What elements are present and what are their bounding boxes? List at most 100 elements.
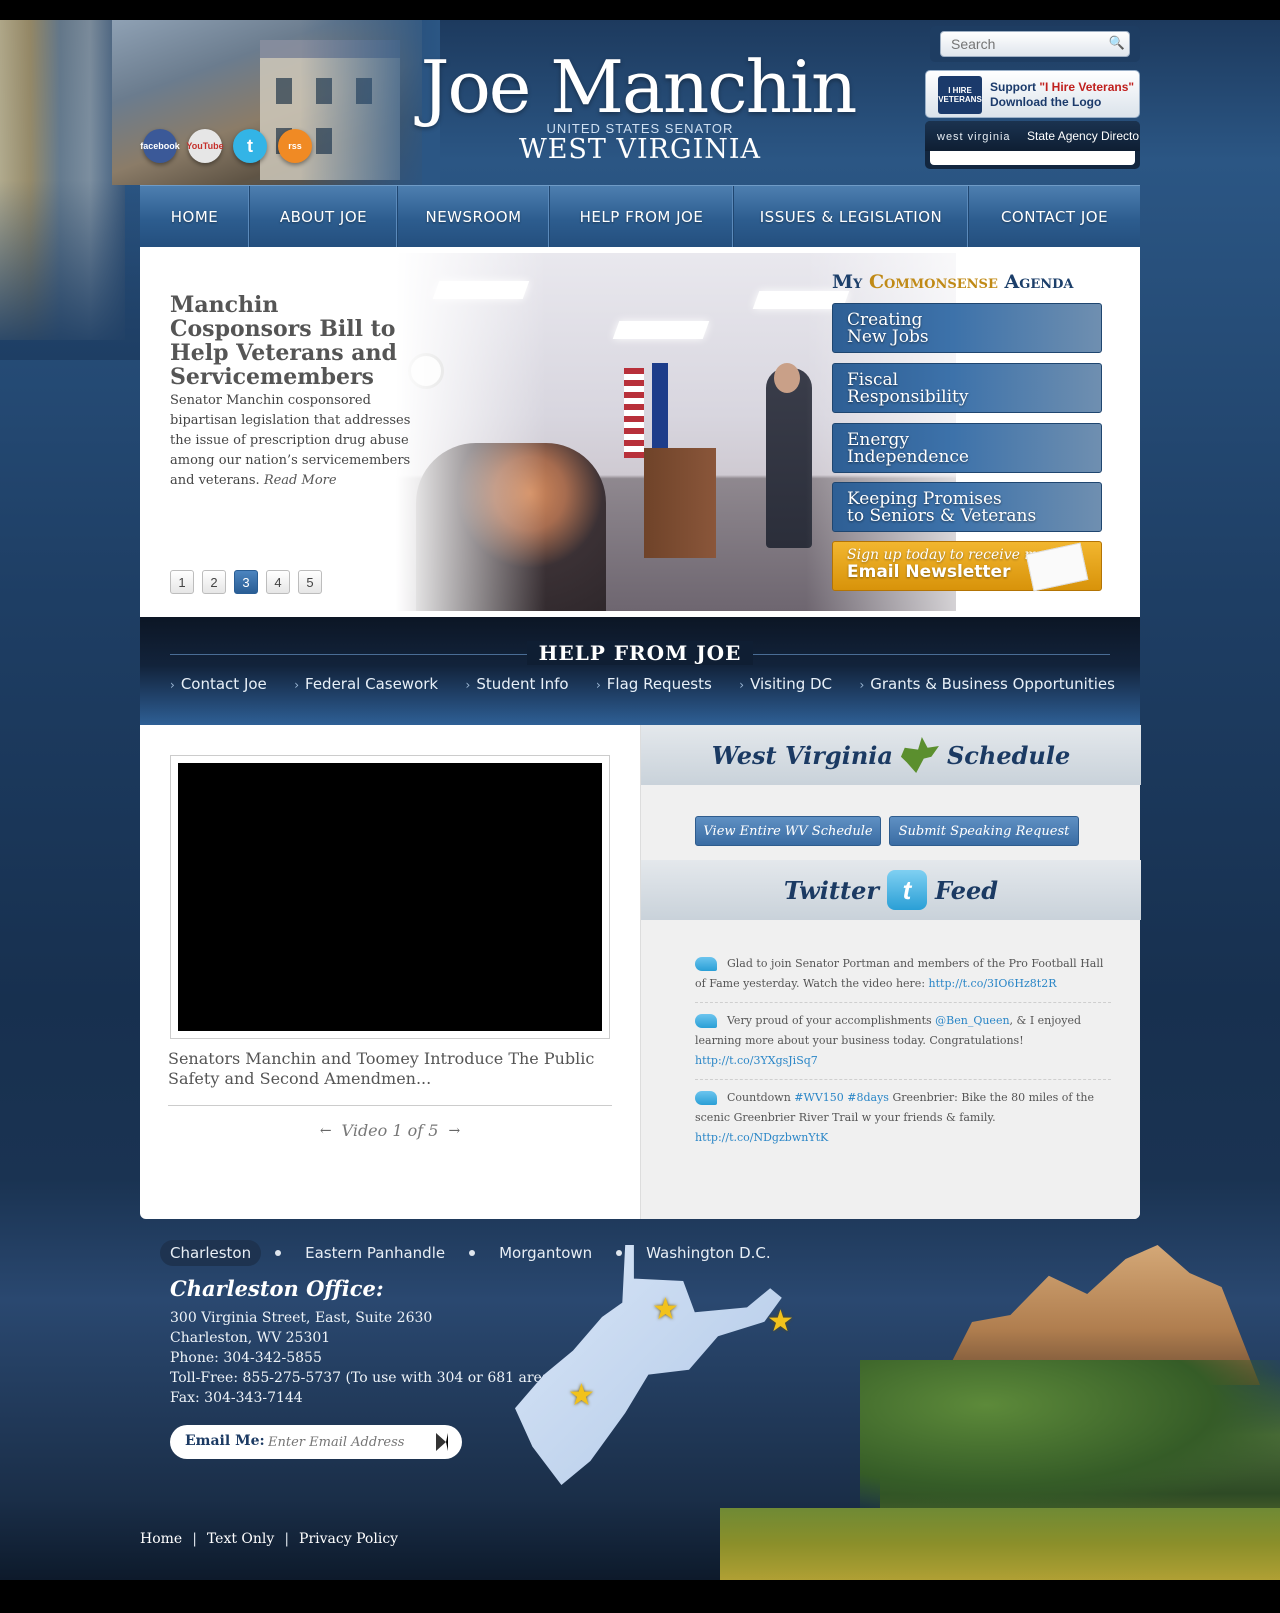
footer-link-home[interactable]: Home (140, 1531, 182, 1547)
location-tab-washington-dc[interactable]: Washington D.C. (636, 1240, 780, 1266)
rss-icon[interactable]: rss (278, 129, 312, 163)
read-more-link[interactable]: Read More (264, 473, 337, 488)
agenda-energy-independence[interactable]: Energy Independence (832, 423, 1102, 473)
hero-inner: Manchin Cosponsors Bill to Help Veterans… (146, 253, 1134, 611)
help-link-contact-joe[interactable]: Contact Joe (170, 675, 267, 693)
help-link-student-info[interactable]: Student Info (466, 675, 568, 693)
wv-office-map[interactable] (515, 1245, 782, 1485)
pager-button-4[interactable]: 4 (266, 570, 290, 594)
email-newsletter-signup[interactable]: Sign up today to receive my Email Newsle… (832, 541, 1102, 592)
video-player[interactable] (178, 763, 602, 1031)
office-toll-free: Toll-Free: 855-275-5737 (To use with 304… (170, 1370, 594, 1386)
tweet-link[interactable]: http://t.co/3YXgsJiSq7 (695, 1054, 818, 1067)
view-schedule-button[interactable]: View Entire WV Schedule (695, 816, 881, 846)
location-tab-morgantown[interactable]: Morgantown (489, 1240, 602, 1266)
twitter-header: Twitter t Feed (641, 860, 1141, 920)
next-video-arrow-icon[interactable]: → (448, 1123, 460, 1139)
office-phone: Phone: 304-342-5855 (170, 1350, 322, 1366)
page: facebook YouTube t rss Joe Manchin UNITE… (0, 0, 1280, 1613)
help-link-flag-requests[interactable]: Flag Requests (596, 675, 712, 693)
tweet-mention[interactable]: @Ben_Queen (935, 1014, 1009, 1027)
ceiling-light (612, 321, 710, 339)
wv-brand-logo: west virginia (937, 131, 1011, 143)
nav-about-joe[interactable]: ABOUT JOE (250, 186, 398, 248)
help-link-visiting-dc[interactable]: Visiting DC (739, 675, 832, 693)
twitter-bird-icon (695, 1091, 717, 1105)
twitter-icon: t (887, 870, 928, 910)
tweet-link[interactable]: http://t.co/3IO6Hz8t2R (929, 977, 1057, 990)
veterans-promo-line1: Support "I Hire Veterans" (990, 80, 1134, 94)
pager-button-2[interactable]: 2 (202, 570, 226, 594)
nav-issues-legislation[interactable]: ISSUES & LEGISLATION (734, 186, 969, 248)
wv-state-icon (900, 737, 939, 773)
agenda-tile-line2: Responsibility (847, 387, 969, 407)
tweet-text: Countdown (727, 1091, 795, 1104)
tweet: Glad to join Senator Portman and members… (695, 950, 1111, 1003)
veterans-promo[interactable]: I HIRE VETERANS Support "I Hire Veterans… (925, 70, 1140, 118)
agenda-tile-line2: to Seniors & Veterans (847, 506, 1037, 526)
location-tab-charleston[interactable]: Charleston (160, 1240, 262, 1266)
tweet-link[interactable]: http://t.co/NDgzbwnYtK (695, 1131, 828, 1144)
footer-link-text-only[interactable]: Text Only (207, 1531, 274, 1547)
help-link-grants[interactable]: Grants & Business Opportunities (859, 675, 1115, 693)
nav-newsroom[interactable]: NEWSROOM (398, 186, 550, 248)
facebook-icon[interactable]: facebook (140, 129, 180, 163)
office-address-line: Charleston, WV 25301 (170, 1330, 331, 1346)
help-from-joe-band: HELP FROM JOE Contact Joe Federal Casewo… (140, 617, 1140, 725)
footer-separator: | (284, 1531, 290, 1547)
veterans-quote-text: "I Hire Veterans" (1039, 80, 1135, 94)
prev-video-arrow-icon[interactable]: ← (320, 1123, 332, 1139)
nav-contact-joe[interactable]: CONTACT JOE (969, 186, 1140, 248)
agenda-title-part: Agenda (997, 271, 1074, 293)
video-nav: ← Video 1 of 5 → (168, 1121, 612, 1140)
twitter-title-part: Twitter (783, 875, 880, 905)
agenda-creating-jobs[interactable]: Creating New Jobs (832, 303, 1102, 353)
pager-button-1[interactable]: 1 (170, 570, 194, 594)
email-submit-arrow-icon[interactable] (436, 1433, 448, 1451)
pager-button-5[interactable]: 5 (298, 570, 322, 594)
help-link-federal-casework[interactable]: Federal Casework (294, 675, 438, 693)
location-tab-eastern-panhandle[interactable]: Eastern Panhandle (295, 1240, 455, 1266)
hero-headline[interactable]: Manchin Cosponsors Bill to Help Veterans… (170, 293, 410, 389)
email-label: Email Me: (185, 1433, 265, 1449)
agency-directory[interactable]: west virginia State Agency Directo (925, 121, 1140, 169)
office-title: Charleston Office: (170, 1276, 384, 1301)
email-signup-box: Email Me: (170, 1425, 462, 1459)
veterans-promo-line2: Download the Logo (990, 95, 1102, 109)
nav-home[interactable]: HOME (140, 186, 250, 248)
twitter-feed: Glad to join Senator Portman and members… (695, 950, 1111, 1160)
tweet: Very proud of your accomplishments @Ben_… (695, 1007, 1111, 1080)
agenda-keeping-promises[interactable]: Keeping Promises to Seniors & Veterans (832, 482, 1102, 532)
top-bar (0, 0, 1280, 20)
email-input[interactable] (268, 1430, 428, 1454)
schedule-title-part: Schedule (946, 740, 1071, 770)
header-street-fade (0, 180, 140, 360)
site-title[interactable]: Joe Manchin (408, 48, 868, 126)
agency-directory-select[interactable] (930, 151, 1135, 165)
twitter-icon[interactable]: t (233, 129, 267, 163)
office-star-icon[interactable]: ★ (652, 1295, 679, 1325)
wv-flag (652, 363, 668, 453)
video-title[interactable]: Senators Manchin and Toomey Introduce Th… (168, 1049, 608, 1089)
agenda-fiscal-responsibility[interactable]: Fiscal Responsibility (832, 363, 1102, 413)
nav-help-from-joe[interactable]: HELP FROM JOE (550, 186, 734, 248)
search-input[interactable] (940, 31, 1130, 57)
office-address-line: 300 Virginia Street, East, Suite 2630 (170, 1310, 433, 1326)
right-column: West Virginia Schedule View Entire WV Sc… (640, 725, 1141, 1219)
pager-button-3[interactable]: 3 (234, 570, 258, 594)
search-icon[interactable]: 🔍 (1108, 34, 1126, 52)
bottom-bar (0, 1580, 1280, 1613)
tweet-hashtag[interactable]: #WV150 (794, 1091, 843, 1104)
hire-veterans-logo: I HIRE VETERANS (938, 76, 982, 114)
footer-link-privacy-policy[interactable]: Privacy Policy (299, 1531, 398, 1547)
youtube-icon[interactable]: YouTube (186, 129, 224, 163)
office-star-icon[interactable]: ★ (767, 1307, 794, 1337)
agenda-tile-line2: New Jobs (847, 327, 929, 347)
submit-speaking-request-button[interactable]: Submit Speaking Request (889, 816, 1079, 846)
twitter-title-part: Feed (935, 875, 999, 905)
office-star-icon[interactable]: ★ (568, 1381, 595, 1411)
tweet: Countdown #WV150 #8days Greenbrier: Bike… (695, 1084, 1111, 1156)
tweet-hashtag[interactable]: #8days (847, 1091, 889, 1104)
us-flag (624, 368, 644, 458)
video-counter: Video 1 of 5 (341, 1121, 439, 1140)
